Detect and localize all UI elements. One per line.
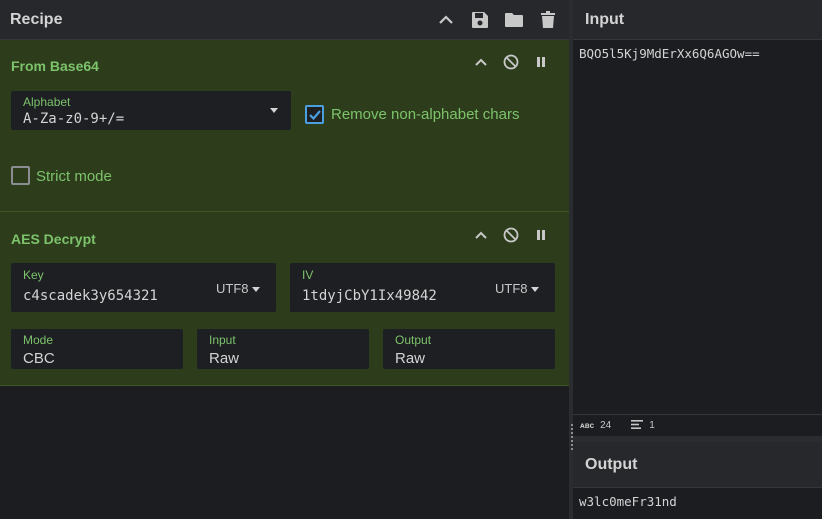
chevron-up-icon[interactable] — [473, 54, 489, 70]
strict-mode-label[interactable]: Strict mode — [36, 168, 112, 185]
trash-icon[interactable] — [537, 9, 559, 31]
lines-icon — [631, 419, 644, 432]
char-count: 24 — [600, 420, 612, 431]
alphabet-label: Alphabet — [23, 95, 71, 109]
input-pane: Input BQO5l5Kj9MdErXx6Q6AGOw== — [573, 0, 822, 414]
key-encoding-dropdown[interactable]: UTF8 — [216, 281, 249, 296]
key-value: c4scadek3y654321 — [23, 288, 158, 304]
strict-mode-checkbox[interactable] — [11, 166, 30, 185]
pause-icon[interactable] — [533, 54, 549, 70]
output-format-label: Output — [395, 333, 432, 347]
mode-label: Mode — [23, 333, 54, 347]
key-field[interactable]: Key c4scadek3y654321 UTF8 — [11, 263, 276, 312]
recipe-header: Recipe — [0, 0, 569, 40]
output-title: Output — [573, 442, 822, 488]
mode-select[interactable]: Mode CBC — [11, 329, 183, 369]
save-icon[interactable] — [469, 9, 491, 31]
line-count: 1 — [649, 420, 655, 431]
operation-title: AES Decrypt — [11, 231, 96, 247]
chevron-up-icon[interactable] — [473, 227, 489, 243]
operation-title: From Base64 — [11, 58, 99, 74]
alphabet-value: A-Za-z0-9+/= — [23, 111, 125, 127]
iv-label: IV — [302, 268, 314, 282]
output-format-value: Raw — [395, 350, 426, 367]
iv-value: 1tdyjCbY1Ix49842 — [302, 288, 437, 304]
caret-down-icon — [252, 287, 260, 292]
output-format-select[interactable]: Output Raw — [383, 329, 555, 369]
remove-non-alphabet-checkbox[interactable] — [305, 105, 324, 124]
output-text[interactable]: w3lc0meFr31nd — [573, 488, 822, 515]
recipe-title: Recipe — [10, 10, 63, 28]
iv-encoding-dropdown[interactable]: UTF8 — [495, 281, 528, 296]
recipe-pane: Recipe From Base64 Alphabet A-Za-z0-9+/=… — [0, 0, 569, 519]
operation-aes-decrypt[interactable]: AES Decrypt Key c4scadek3y654321 UTF8 IV… — [0, 212, 569, 386]
chevron-up-icon[interactable] — [435, 9, 457, 31]
disable-icon[interactable] — [503, 227, 519, 243]
caret-down-icon — [270, 108, 278, 113]
operation-from-base64[interactable]: From Base64 Alphabet A-Za-z0-9+/= Remove… — [0, 40, 569, 212]
pause-icon[interactable] — [533, 227, 549, 243]
mode-value: CBC — [23, 350, 55, 367]
folder-icon[interactable] — [503, 9, 525, 31]
input-format-value: Raw — [209, 350, 240, 367]
input-title: Input — [573, 0, 822, 40]
input-status-bar: ᴀʙc 24 1 — [573, 414, 822, 436]
disable-icon[interactable] — [503, 54, 519, 70]
char-count-icon: ᴀʙc — [580, 421, 595, 430]
input-format-select[interactable]: Input Raw — [197, 329, 369, 369]
remove-non-alphabet-label[interactable]: Remove non-alphabet chars — [331, 106, 519, 123]
key-label: Key — [23, 268, 44, 282]
alphabet-select[interactable]: Alphabet A-Za-z0-9+/= — [11, 91, 291, 130]
iv-field[interactable]: IV 1tdyjCbY1Ix49842 UTF8 — [290, 263, 555, 312]
input-format-label: Input — [209, 333, 236, 347]
input-textarea[interactable]: BQO5l5Kj9MdErXx6Q6AGOw== — [573, 40, 822, 67]
output-pane: Output w3lc0meFr31nd — [573, 442, 822, 519]
caret-down-icon — [531, 287, 539, 292]
